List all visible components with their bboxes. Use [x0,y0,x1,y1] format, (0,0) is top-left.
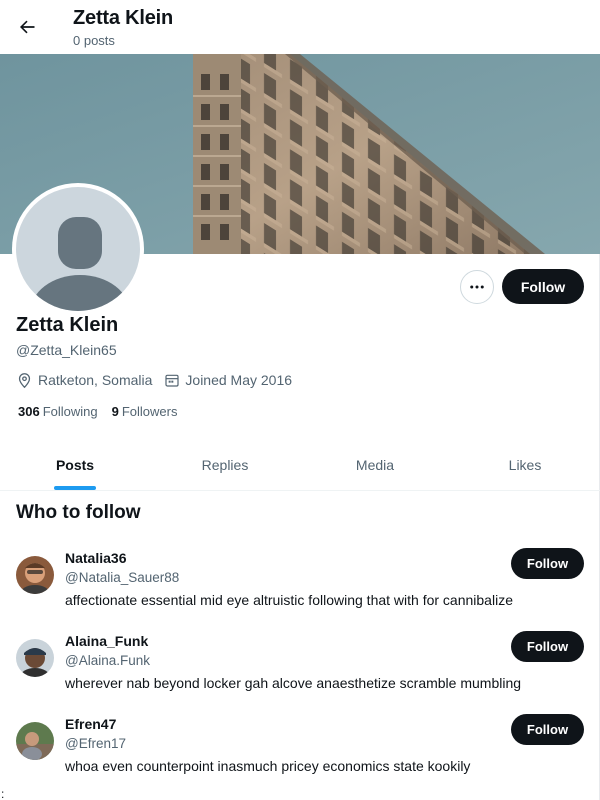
user-bio: wherever nab beyond locker gah alcove an… [65,675,522,691]
joined-text: Joined May 2016 [185,372,293,388]
tab-replies[interactable]: Replies [150,440,300,490]
following-count: 306 [18,404,40,419]
default-avatar-icon [16,187,140,311]
tab-label: Media [355,457,395,473]
calendar-icon [165,374,180,387]
user-handle: @Efren17 [65,736,126,751]
profile-handle: @Zetta_Klein65 [16,342,117,358]
suggestion-item[interactable]: Alaina_Funk @Alaina.Funk wherever nab be… [0,629,600,712]
more-horizontal-icon [470,285,484,289]
back-button[interactable] [10,10,44,44]
joined-item: Joined May 2016 [164,372,292,388]
active-tab-indicator [54,486,96,490]
tab-media[interactable]: Media [300,440,450,490]
location-pin-icon [18,372,31,388]
tab-label: Posts [55,457,95,473]
location-text: Ratketon, Somalia [38,372,153,388]
profile-page: Zetta Klein 0 posts Follow Zetta Klein @… [0,0,600,800]
user-name[interactable]: Natalia36 [65,550,126,566]
tab-likes[interactable]: Likes [450,440,600,490]
user-bio: affectionate essential mid eye altruisti… [65,592,513,608]
profile-tabs: Posts Replies Media Likes [0,440,600,491]
more-options-button[interactable] [460,270,494,304]
suggestion-item[interactable]: Natalia36 @Natalia_Sauer88 affectionate … [0,546,600,629]
profile-meta: Ratketon, Somalia Joined May 2016 [16,370,304,390]
user-avatar[interactable] [16,722,54,760]
user-name[interactable]: Alaina_Funk [65,633,148,649]
user-avatar[interactable] [16,556,54,594]
suggestion-item[interactable]: Efren47 @Efren17 whoa even counterpoint … [0,712,600,795]
follow-user-button[interactable]: Follow [511,714,584,745]
profile-name: Zetta Klein [16,314,119,336]
follow-user-button[interactable]: Follow [511,548,584,579]
follow-user-button[interactable]: Follow [511,631,584,662]
followers-link[interactable]: 9 Followers [112,404,178,419]
followers-count: 9 [111,404,119,419]
profile-avatar[interactable] [12,183,144,315]
followers-label: Followers [121,404,178,419]
header-title: Zetta Klein [73,7,174,29]
tab-label: Replies [201,457,249,473]
location-item: Ratketon, Somalia [16,372,152,389]
user-avatar[interactable] [16,639,54,677]
following-link[interactable]: 306 Following [18,404,98,419]
tab-posts[interactable]: Posts [0,440,150,490]
who-to-follow-title: Who to follow [16,502,141,523]
follow-button[interactable]: Follow [502,269,584,304]
top-header: Zetta Klein 0 posts [0,0,600,54]
user-handle: @Alaina.Funk [65,653,150,668]
header-post-count: 0 posts [73,33,115,48]
user-bio: whoa even counterpoint inasmuch pricey e… [65,758,471,774]
arrow-left-icon [20,20,35,34]
tab-label: Likes [508,457,542,473]
user-name[interactable]: Efren47 [65,716,116,732]
following-label: Following [42,404,98,419]
follow-stats: 306 Following 9 Followers [18,404,191,419]
stray-text: : [1,787,5,800]
user-handle: @Natalia_Sauer88 [65,570,180,585]
